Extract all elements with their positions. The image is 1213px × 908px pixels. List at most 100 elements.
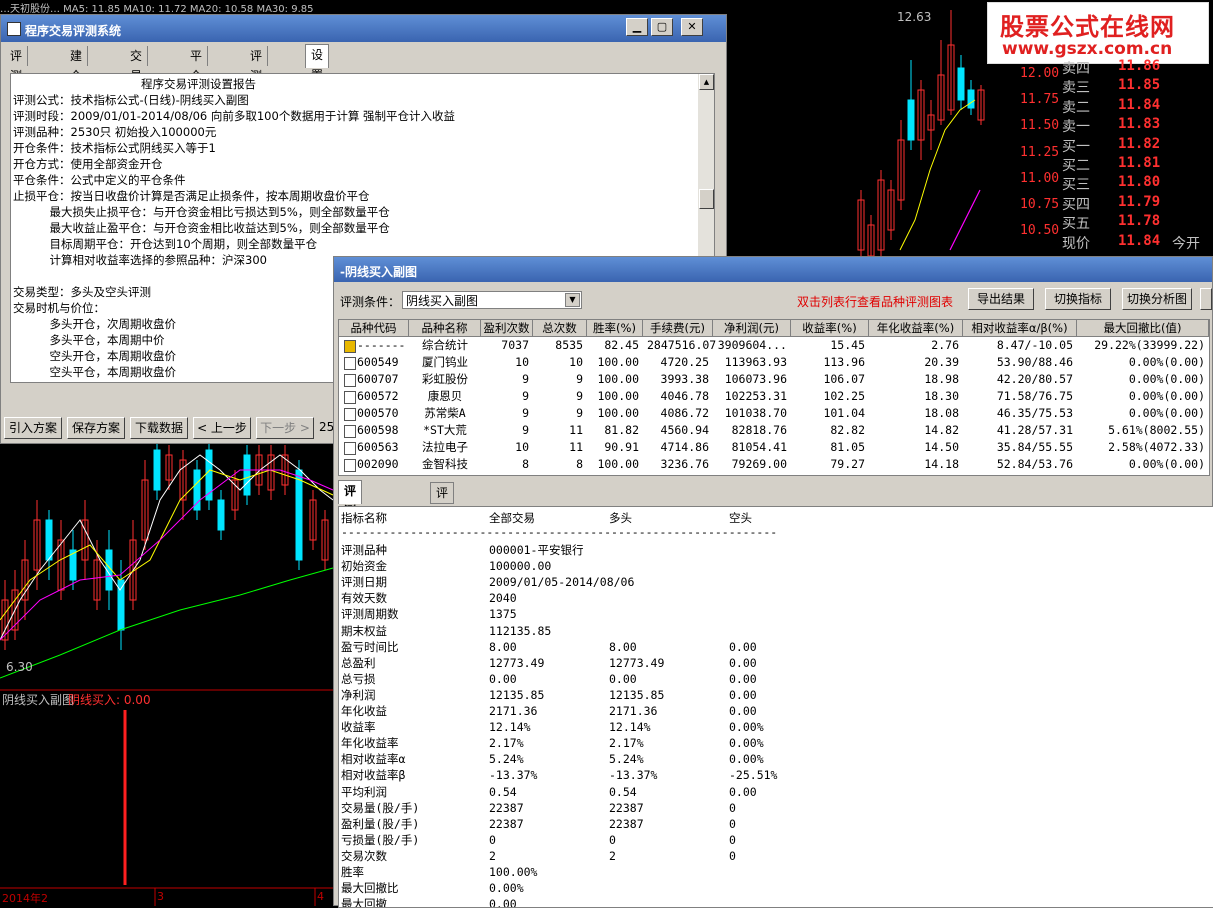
next-step-button[interactable]: 下一步 >: [256, 417, 314, 439]
condition-select[interactable]: 阴线买入副图 ▼: [402, 291, 582, 309]
detail-cell: 2040: [489, 591, 517, 606]
detail-row: 年化收益 2171.36 2171.36 0.00: [339, 703, 1209, 719]
detail-cell: 2009/01/05-2014/08/06: [489, 575, 635, 590]
column-header[interactable]: 胜率(%): [587, 320, 643, 337]
table-row[interactable]: ------- 综合统计 7037 8535 82.45 2847516.07 390960…: [339, 337, 1209, 354]
switch-indicator-button[interactable]: 切换指标: [1045, 288, 1111, 310]
switch-chart-button[interactable]: 切换分析图: [1122, 288, 1192, 310]
detail-cell: 100.00%: [489, 865, 538, 879]
column-header[interactable]: 最大回撤比(值): [1077, 320, 1209, 337]
table-row[interactable]: 600563 法拉电子 10 11 90.91 4714.86 81054.41 81.05 1…: [339, 439, 1209, 456]
table-cell: 600572: [357, 389, 399, 403]
detail-cell: 0.00: [729, 671, 757, 686]
detail-cell: 0: [729, 848, 736, 863]
table-row[interactable]: 600598 *ST大荒 9 11 81.82 4560.94 82818.76 82.82 1…: [339, 422, 1209, 439]
detail-row: 最大回撤 0.00: [339, 896, 1209, 907]
table-row[interactable]: 600572 康恩贝 9 9 100.00 4046.78 102253.31 102.25 1…: [339, 388, 1209, 405]
table-cell: 11: [569, 440, 583, 454]
table-cell: 000570: [357, 406, 399, 420]
table-row[interactable]: 600707 彩虹股份 9 9 100.00 3993.38 106073.96 106.07…: [339, 371, 1209, 388]
extra-button[interactable]: [1200, 288, 1212, 310]
tab-trade-mode[interactable]: 交易方式: [125, 46, 149, 123]
price-tick-label: 10.75: [1020, 197, 1060, 212]
quote-label: 买五: [1062, 216, 1090, 233]
tab-settings-report[interactable]: 设置报告: [305, 44, 330, 122]
table-cell: 53.90/88.46: [996, 355, 1073, 369]
column-header[interactable]: 品种代码: [339, 320, 409, 337]
table-cell: 100.00: [597, 355, 639, 369]
table-cell: 9: [576, 389, 583, 403]
table-cell: 5.61%(8002.55): [1108, 423, 1205, 437]
export-results-button[interactable]: 导出结果: [968, 288, 1034, 310]
table-row[interactable]: 002090 金智科技 8 8 100.00 3236.76 79269.00 79.27 14…: [339, 456, 1209, 473]
column-header[interactable]: 盈利次数: [481, 320, 533, 337]
column-header[interactable]: 相对收益率α/β(%): [963, 320, 1077, 337]
table-row[interactable]: 000570 苏常柴A 9 9 100.00 4086.72 101038.70 101.04…: [339, 405, 1209, 422]
tab-formula[interactable]: 评测公式: [5, 46, 29, 123]
quote-row: 卖三 11.85: [1062, 77, 1212, 96]
table-cell: 金智科技: [422, 457, 468, 471]
detail-cell: 最大回撤比: [341, 881, 399, 896]
tab-metric-detail[interactable]: 评测指标详情: [338, 480, 363, 598]
table-cell: 14.50: [924, 440, 959, 454]
quote-label: 买四: [1062, 196, 1090, 213]
detail-cell: 年化收益率: [341, 736, 399, 751]
detail-row: 交易次数 2 2 0: [339, 848, 1209, 864]
table-cell: 18.98: [924, 372, 959, 386]
prev-step-button[interactable]: < 上一步: [193, 417, 251, 439]
quote-row: 卖二 11.84: [1062, 97, 1212, 116]
table-cell: 79.27: [830, 457, 865, 471]
download-data-button[interactable]: 下载数据: [130, 417, 188, 439]
table-cell: 康恩贝: [427, 389, 463, 403]
column-header[interactable]: 收益率(%): [791, 320, 869, 337]
column-header[interactable]: 年化收益率(%): [869, 320, 963, 337]
table-cell: 苏常柴A: [424, 406, 466, 420]
column-header[interactable]: 净利润(元): [713, 320, 791, 337]
close-button[interactable]: ✕: [681, 18, 703, 36]
x-label: 2014年2: [2, 892, 48, 905]
ma-line: [0, 567, 334, 679]
import-plan-button[interactable]: 引入方案: [4, 417, 62, 439]
report-line: 交易时机与价位：: [13, 301, 105, 315]
save-plan-button[interactable]: 保存方案: [67, 417, 125, 439]
report-line: 计算相对收益率选择的参照品种：沪深300: [13, 253, 268, 267]
result-titlebar[interactable]: -阴线买入副图: [334, 257, 1212, 282]
table-cell: 100.00: [597, 457, 639, 471]
candle-body: [243, 454, 251, 496]
table-cell: 3909604...: [717, 338, 787, 352]
table-cell: 90.91: [604, 440, 639, 454]
tab-open-rule[interactable]: 建仓规则: [65, 46, 89, 123]
window-titlebar[interactable]: 程序交易评测系统 ▁ ▢ ✕: [1, 15, 726, 42]
column-header[interactable]: 品种名称: [409, 320, 481, 337]
quote-label: 卖一: [1062, 119, 1090, 136]
table-cell: 46.35/75.53: [996, 406, 1073, 420]
detail-row: 相对收益率α 5.24% 5.24% 0.00%: [339, 751, 1209, 767]
maximize-button[interactable]: ▢: [651, 18, 673, 36]
table-cell: 113963.93: [724, 355, 787, 369]
detail-cell: 2171.36: [609, 704, 658, 718]
detail-separator: ----------------------------------------…: [341, 525, 779, 539]
tab-instrument[interactable]: 评测品种: [245, 46, 269, 123]
column-header[interactable]: 总次数: [533, 320, 587, 337]
minimize-button[interactable]: ▁: [626, 18, 648, 36]
detail-cell: 5.24%: [489, 752, 524, 767]
candle-body: [153, 449, 161, 491]
table-cell: 29.22%(33999.22): [1094, 338, 1205, 352]
app-icon: [7, 22, 21, 36]
tab-metric-help[interactable]: 评测指标说明: [430, 482, 455, 600]
table-row[interactable]: 600549 厦门钨业 10 10 100.00 4720.25 113963.93 113.…: [339, 354, 1209, 371]
scroll-up-arrow[interactable]: ▲: [699, 74, 714, 90]
watermark-url: www.gszx.com.cn: [1002, 39, 1173, 59]
detail-cell: 0.00: [489, 671, 517, 686]
detail-cell: 000001-平安银行: [489, 543, 584, 557]
report-line: 开仓条件：技术指标公式阴线买入等于1: [13, 141, 216, 155]
table-cell: 600707: [357, 372, 399, 386]
detail-row: 交易量(股/手) 22387 22387 0: [339, 800, 1209, 816]
chevron-down-icon[interactable]: ▼: [565, 293, 580, 307]
scroll-thumb[interactable]: [699, 189, 714, 209]
detail-cell: 0.00%: [729, 720, 764, 735]
table-cell: 81.82: [604, 423, 639, 437]
tab-close-rule[interactable]: 平仓规则: [185, 46, 209, 123]
table-cell: 20.39: [924, 355, 959, 369]
column-header[interactable]: 手续费(元): [643, 320, 713, 337]
